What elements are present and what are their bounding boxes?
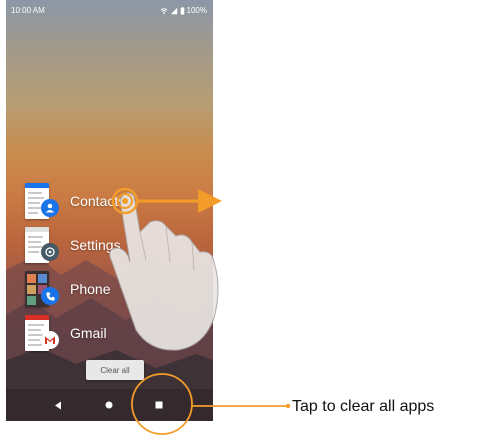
recent-app-settings[interactable]: Settings (25, 227, 185, 265)
home-icon[interactable] (102, 398, 116, 412)
recent-app-phone[interactable]: Phone (25, 271, 185, 309)
app-label: Phone (70, 281, 111, 297)
status-bar: 10:00 AM 100% (6, 0, 213, 20)
settings-icon (41, 243, 59, 261)
battery-icon (180, 6, 184, 15)
recents-icon[interactable] (152, 398, 166, 412)
signal-icon (170, 7, 177, 14)
battery-percent: 100% (186, 6, 207, 15)
phone-screen: 10:00 AM 100% Contacts Settings Phone Gm… (6, 0, 213, 421)
navigation-bar (6, 389, 213, 421)
app-label: Settings (70, 237, 121, 253)
app-label: Contacts (70, 193, 126, 209)
status-time: 10:00 AM (11, 6, 45, 15)
phone-icon (41, 287, 59, 305)
callout-text: Tap to clear all apps (292, 398, 435, 415)
recent-app-gmail[interactable]: Gmail (25, 315, 185, 353)
app-label: Gmail (70, 325, 107, 341)
back-icon[interactable] (51, 398, 65, 412)
callout-dot (285, 403, 291, 409)
clear-all-button[interactable]: Clear all (86, 360, 144, 380)
contacts-icon (41, 199, 59, 217)
status-icons: 100% (160, 6, 207, 15)
recent-app-contacts[interactable]: Contacts (25, 183, 185, 221)
wifi-icon (160, 7, 168, 14)
gmail-icon (41, 331, 59, 349)
